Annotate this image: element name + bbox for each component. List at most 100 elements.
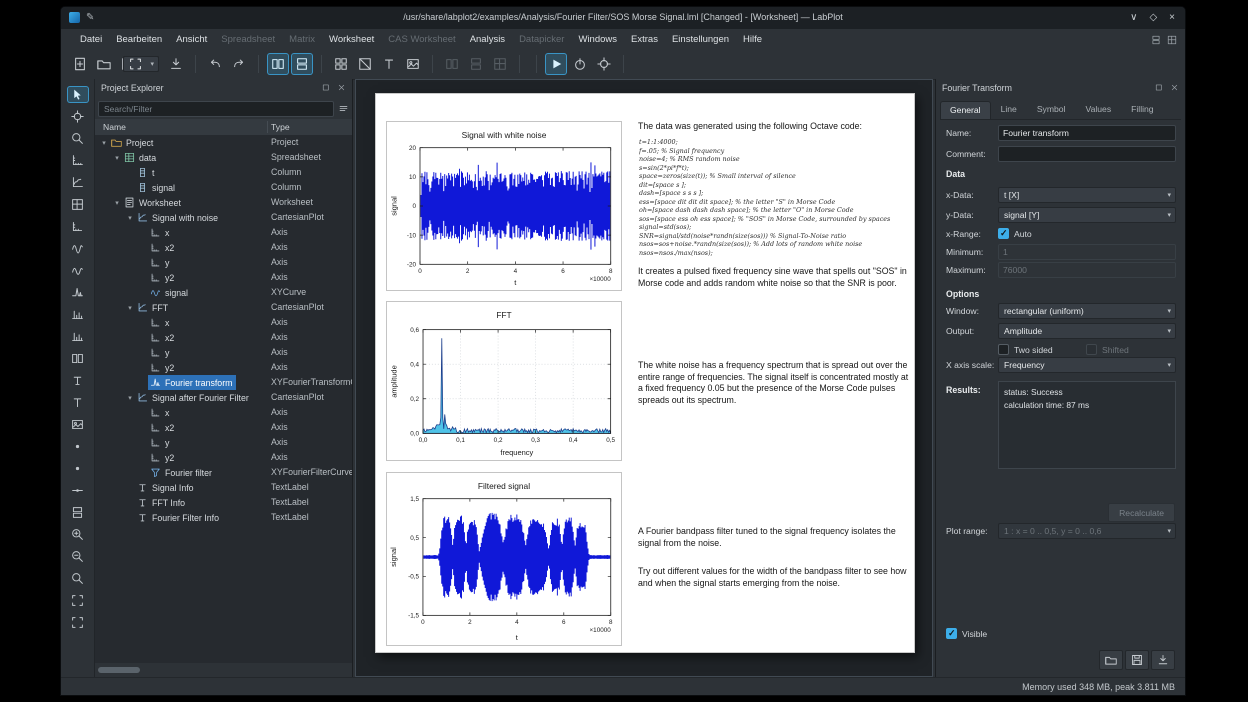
save-as-config-button[interactable] [1151, 650, 1175, 670]
plot-filtered-signal[interactable]: Filtered signal02468-1,5-0,50,51,5t×1000… [386, 472, 622, 646]
fft-info-text[interactable]: The white noise has a frequency spectrum… [638, 360, 910, 406]
zoom-out-button[interactable] [67, 548, 89, 565]
tree-item[interactable]: signal [135, 180, 179, 195]
tree-row-x[interactable]: xAxis [95, 225, 352, 240]
expander-icon[interactable]: ▾ [112, 199, 122, 207]
open-file-button[interactable] [93, 53, 115, 75]
tree-item[interactable]: x [148, 225, 173, 240]
add-legend-button[interactable] [67, 372, 89, 389]
tree-item[interactable]: y [148, 255, 173, 270]
plot-fft[interactable]: FFT0,00,10,20,30,40,50,00,20,40,6frequen… [386, 301, 622, 461]
power-button[interactable] [569, 53, 591, 75]
tree-row-fft-info[interactable]: FFT InfoTextLabel [95, 495, 352, 510]
scrollbar-thumb[interactable] [98, 667, 140, 673]
tree-row-signal[interactable]: signalColumn [95, 180, 352, 195]
tree-row-fourier-filter-info[interactable]: Fourier Filter InfoTextLabel [95, 510, 352, 525]
close-dock-icon[interactable] [1170, 83, 1179, 94]
tree-row-y2[interactable]: y2Axis [95, 360, 352, 375]
expander-icon[interactable]: ▾ [99, 139, 109, 147]
tree-item[interactable]: y [148, 345, 173, 360]
tab-line[interactable]: Line [991, 100, 1027, 119]
grid-layout-button[interactable] [330, 53, 352, 75]
tree-item[interactable]: FFT [135, 300, 172, 315]
add-bar-plot-button[interactable] [67, 328, 89, 345]
tree-row-worksheet[interactable]: ▾WorksheetWorksheet [95, 195, 352, 210]
visible-checkbox[interactable] [946, 628, 957, 639]
tree-item[interactable]: x2 [148, 330, 178, 345]
plot-signal-with-noise[interactable]: Signal with white noise02468-20-1001020t… [386, 121, 622, 291]
add-cartesian-plot-two-axes-button[interactable] [67, 174, 89, 191]
menu-bearbeiten[interactable]: Bearbeiten [109, 31, 169, 48]
add-plot-template-button[interactable] [67, 196, 89, 213]
tree-item[interactable]: Fourier filter [148, 465, 216, 480]
navigate-mode-button[interactable] [545, 53, 567, 75]
comment-input[interactable] [998, 146, 1176, 162]
menu-einstellungen[interactable]: Einstellungen [665, 31, 736, 48]
toolbar-config-icon[interactable] [1151, 32, 1161, 50]
tree-item[interactable]: data [122, 150, 160, 165]
window-select[interactable]: rectangular (uniform) [998, 303, 1176, 319]
zoom-select-mode-button[interactable] [67, 130, 89, 147]
x-data-select[interactable]: t [X] [998, 187, 1176, 203]
add-axis-button[interactable] [67, 218, 89, 235]
tree-item[interactable]: Worksheet [122, 195, 185, 210]
tree-item[interactable]: Fourier transform [148, 375, 236, 390]
float-dock-icon[interactable] [1154, 83, 1163, 94]
tree-row-signal-after-fourier-filter[interactable]: ▾Signal after Fourier FilterCartesianPlo… [95, 390, 352, 405]
expander-icon[interactable]: ▾ [125, 214, 135, 222]
expander-icon[interactable]: ▾ [112, 154, 122, 162]
add-histogram-button[interactable] [67, 306, 89, 323]
filter-hint-text[interactable]: Try out different values for the width o… [638, 566, 910, 589]
tree-row-fourier-filter[interactable]: Fourier filterXYFourierFilterCurve [95, 465, 352, 480]
tree-row-x2[interactable]: x2Axis [95, 420, 352, 435]
tree-row-y[interactable]: yAxis [95, 255, 352, 270]
tab-symbol[interactable]: Symbol [1027, 100, 1076, 119]
close-button[interactable]: × [1169, 11, 1175, 24]
tree-item[interactable]: signal [148, 285, 192, 300]
add-data-fit-button[interactable] [67, 284, 89, 301]
titlebar[interactable]: ✎ /usr/share/labplot2/examples/Analysis/… [61, 7, 1185, 29]
tree-item[interactable]: x [148, 405, 173, 420]
export-button[interactable] [165, 53, 187, 75]
crosshair-button[interactable] [593, 53, 615, 75]
tree-item[interactable]: x2 [148, 420, 178, 435]
minimize-button[interactable]: ∨ [1130, 11, 1137, 24]
tree-row-y2[interactable]: y2Axis [95, 450, 352, 465]
insert-image-button[interactable] [402, 53, 424, 75]
tree-row-x2[interactable]: x2Axis [95, 330, 352, 345]
tree-row-x2[interactable]: x2Axis [95, 240, 352, 255]
add-box-plot-button[interactable] [67, 350, 89, 367]
menu-hilfe[interactable]: Hilfe [736, 31, 769, 48]
worksheet-view[interactable]: Signal with white noise02468-20-1001020t… [355, 79, 933, 677]
magnification-select[interactable] [123, 56, 159, 72]
two-sided-checkbox[interactable] [998, 344, 1009, 355]
tree-row-project[interactable]: ▾ProjectProject [95, 135, 352, 150]
tree-row-x[interactable]: xAxis [95, 315, 352, 330]
menu-analysis[interactable]: Analysis [463, 31, 512, 48]
output-select[interactable]: Amplitude [998, 323, 1176, 339]
tree-row-y[interactable]: yAxis [95, 435, 352, 450]
tree-item[interactable]: y2 [148, 450, 178, 465]
tab-general[interactable]: General [940, 101, 991, 119]
add-xy-curve-button[interactable] [67, 240, 89, 257]
tree-row-signal-with-noise[interactable]: ▾Signal with noiseCartesianPlot [95, 210, 352, 225]
add-text-label-button[interactable] [67, 394, 89, 411]
save-config-button[interactable] [1125, 650, 1149, 670]
float-panel-icon[interactable] [321, 83, 330, 94]
tab-values[interactable]: Values [1075, 100, 1121, 119]
zoom-fit-page-button[interactable] [67, 592, 89, 609]
new-file-button[interactable] [69, 53, 91, 75]
signal-info-text[interactable]: It creates a pulsed fixed frequency sine… [638, 266, 910, 289]
filter-info-text[interactable]: A Fourier bandpass filter tuned to the s… [638, 526, 910, 549]
horizontal-layout-button[interactable] [291, 53, 313, 75]
menu-windows[interactable]: Windows [571, 31, 624, 48]
project-explorer-header[interactable]: Project Explorer [95, 79, 352, 97]
add-reference-line-button[interactable] [67, 482, 89, 499]
column-divider[interactable] [267, 121, 268, 133]
menu-datei[interactable]: Datei [73, 31, 109, 48]
select-mode-button[interactable] [67, 86, 89, 103]
insert-text-button[interactable] [378, 53, 400, 75]
tree-row-y2[interactable]: y2Axis [95, 270, 352, 285]
tree-row-x[interactable]: xAxis [95, 405, 352, 420]
zoom-fit-selection-button[interactable] [67, 614, 89, 631]
